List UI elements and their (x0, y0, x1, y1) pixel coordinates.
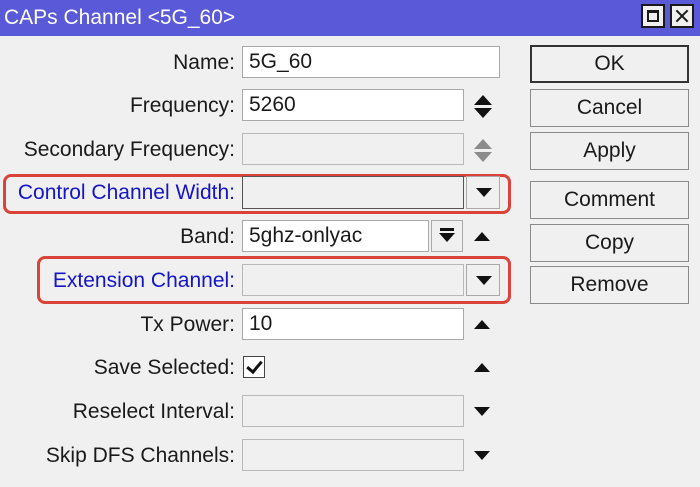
download-icon (440, 228, 454, 231)
skip-dfs-channels-select[interactable] (242, 439, 464, 471)
cancel-button[interactable]: Cancel (530, 89, 689, 127)
skip-dfs-channels-label: Skip DFS Channels: (45, 444, 235, 467)
save-selected-label: Save Selected: (93, 356, 235, 379)
control-channel-width-select[interactable] (242, 176, 464, 209)
copy-button[interactable]: Copy (530, 224, 689, 262)
extension-channel-dropdown[interactable] (466, 264, 500, 296)
comment-button[interactable]: Comment (530, 181, 689, 219)
extension-channel-select[interactable] (242, 264, 464, 296)
close-icon[interactable] (670, 4, 694, 28)
checkmark-icon (246, 356, 263, 375)
skip-dfs-channels-expand-icon[interactable] (474, 451, 490, 460)
frequency-label: Frequency: (129, 94, 235, 117)
tx-power-collapse-icon[interactable] (474, 320, 490, 329)
apply-button[interactable]: Apply (530, 132, 689, 170)
reselect-interval-input[interactable] (242, 395, 464, 427)
frequency-input[interactable]: 5260 (242, 89, 464, 121)
tx-power-label: Tx Power: (140, 313, 235, 336)
extension-channel-label: Extension Channel: (52, 269, 235, 292)
window-title: CAPs Channel <5G_60> (4, 6, 236, 29)
name-input[interactable]: 5G_60 (242, 46, 500, 78)
maximize-icon[interactable] (641, 4, 665, 28)
secondary-frequency-input[interactable] (242, 133, 464, 165)
chevron-down-icon (476, 188, 492, 197)
reselect-interval-expand-icon[interactable] (474, 407, 490, 416)
tx-power-input[interactable]: 10 (242, 308, 464, 340)
ok-button[interactable]: OK (530, 45, 689, 83)
band-label: Band: (180, 225, 235, 248)
band-dropdown-button[interactable] (431, 220, 463, 252)
save-selected-checkbox[interactable] (243, 356, 265, 378)
band-select[interactable]: 5ghz-onlyac (242, 220, 429, 252)
title-bar: CAPs Channel <5G_60> (0, 0, 700, 36)
control-channel-width-label: Control Channel Width: (17, 181, 235, 204)
save-selected-collapse-icon[interactable] (474, 363, 490, 372)
secondary-frequency-label: Secondary Frequency: (23, 138, 235, 161)
band-collapse-icon[interactable] (474, 232, 490, 241)
name-label: Name: (173, 51, 235, 74)
reselect-interval-label: Reselect Interval: (72, 400, 235, 423)
control-channel-width-dropdown[interactable] (466, 176, 500, 209)
chevron-down-icon (476, 276, 492, 285)
remove-button[interactable]: Remove (530, 266, 689, 304)
